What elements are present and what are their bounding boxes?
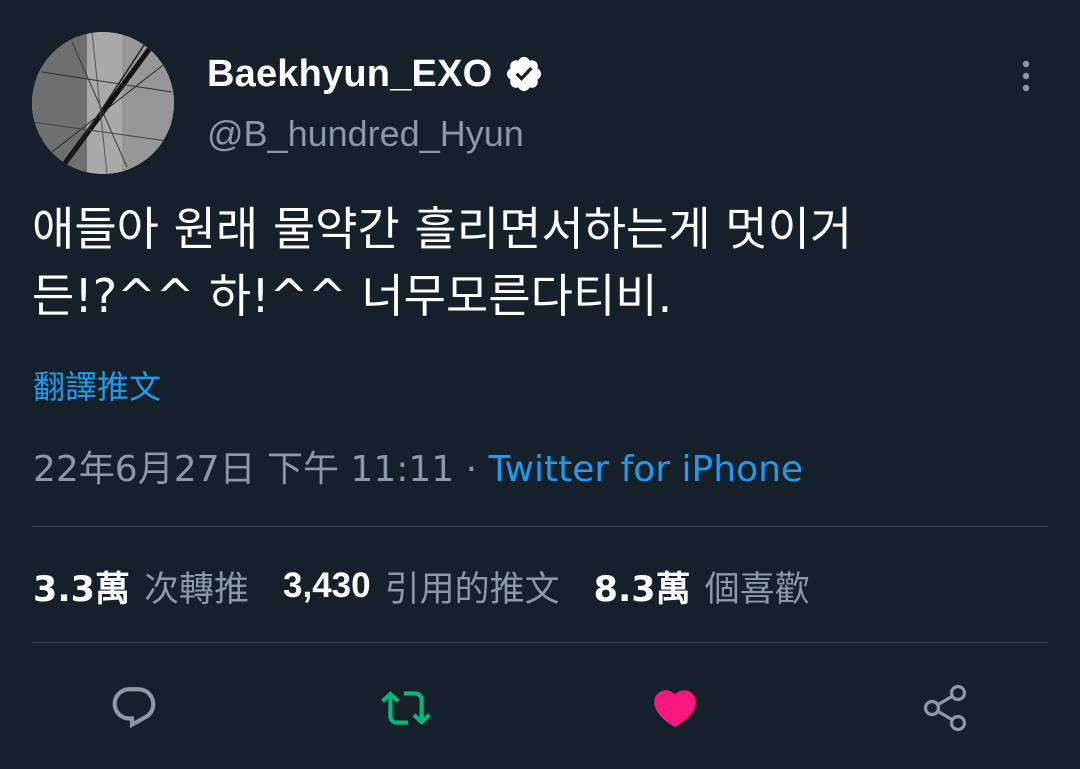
display-name[interactable]: Baekhyun_EXO: [207, 53, 492, 96]
retweets-stat[interactable]: 3.3萬 次轉推: [33, 561, 249, 612]
translate-tweet-link[interactable]: 翻譯推文: [33, 362, 161, 408]
author-handle[interactable]: @B_hundred_Hyun: [207, 113, 524, 155]
more-options-icon[interactable]: [1011, 56, 1041, 96]
tweet-text-line-2: 든!?^^ 하!^^ 너무모른다티비.: [32, 269, 673, 323]
reply-icon[interactable]: [109, 683, 159, 733]
divider-top: [32, 526, 1048, 527]
tweet-text-line-1: 애들아 원래 물약간 흘리면서하는게 멋이거: [32, 202, 853, 256]
author-name-row[interactable]: Baekhyun_EXO: [207, 50, 544, 98]
quotes-label: 引用的推文: [384, 569, 560, 610]
likes-stat[interactable]: 8.3萬 個喜歡: [594, 561, 810, 612]
quotes-count: 3,430: [283, 566, 371, 605]
divider-bottom: [32, 642, 1048, 643]
retweet-icon[interactable]: [381, 683, 431, 733]
likes-count: 8.3萬: [593, 569, 691, 610]
retweets-label: 次轉推: [144, 569, 250, 610]
likes-label: 個喜歡: [704, 569, 810, 610]
tweet-timestamp[interactable]: 22年6月27日 下午 11:11: [33, 449, 454, 490]
avatar[interactable]: [32, 32, 174, 174]
engagement-stats: 3.3萬 次轉推 3,430 引用的推文 8.3萬 個喜歡: [33, 558, 844, 614]
tweet-source-link[interactable]: Twitter for iPhone: [489, 449, 804, 490]
tweet-detail-page: Baekhyun_EXO @B_hundred_Hyun 애들아 원래 물약간 …: [0, 0, 1080, 769]
retweets-count: 3.3萬: [33, 569, 131, 610]
tweet-text: 애들아 원래 물약간 흘리면서하는게 멋이거 든!?^^ 하!^^ 너무모른다티…: [32, 196, 1052, 330]
verified-badge-icon: [507, 56, 542, 92]
tweet-meta: 22年6月27日 下午 11:11 · Twitter for iPhone: [33, 446, 803, 494]
share-icon[interactable]: [920, 683, 970, 733]
quotes-stat[interactable]: 3,430 引用的推文: [283, 561, 560, 612]
meta-separator: ·: [454, 449, 489, 490]
heart-icon[interactable]: [650, 683, 700, 733]
